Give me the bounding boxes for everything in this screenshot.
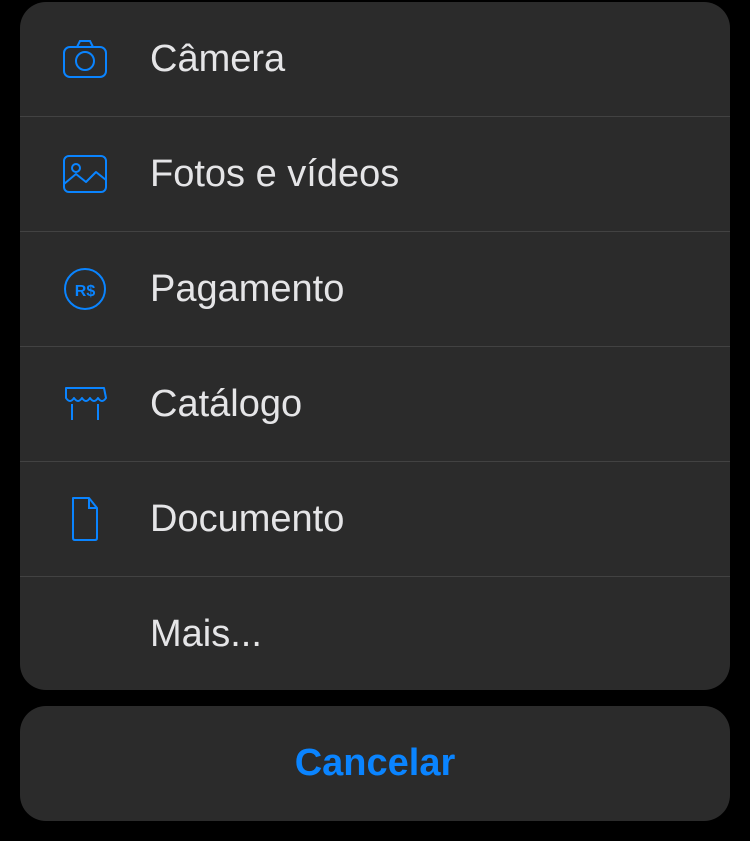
photos-label: Fotos e vídeos [150,153,399,196]
catalog-label: Catálogo [150,383,302,426]
catalog-option[interactable]: Catálogo [20,347,730,462]
cancel-button[interactable]: Cancelar [20,706,730,821]
camera-label: Câmera [150,38,285,81]
payment-label: Pagamento [150,268,344,311]
more-label: Mais... [150,613,262,656]
document-option[interactable]: Documento [20,462,730,577]
more-icon-spacer [60,610,110,660]
store-icon [60,379,110,429]
camera-option[interactable]: Câmera [20,2,730,117]
photo-icon [60,149,110,199]
document-icon [60,494,110,544]
svg-text:R$: R$ [75,283,96,300]
cancel-label: Cancelar [295,742,456,785]
payment-icon: R$ [60,264,110,314]
document-label: Documento [150,498,344,541]
more-option[interactable]: Mais... [20,577,730,690]
camera-icon [60,34,110,84]
payment-option[interactable]: R$ Pagamento [20,232,730,347]
photos-option[interactable]: Fotos e vídeos [20,117,730,232]
attachment-action-sheet: Câmera Fotos e vídeos R$ Pagamento [20,2,730,690]
